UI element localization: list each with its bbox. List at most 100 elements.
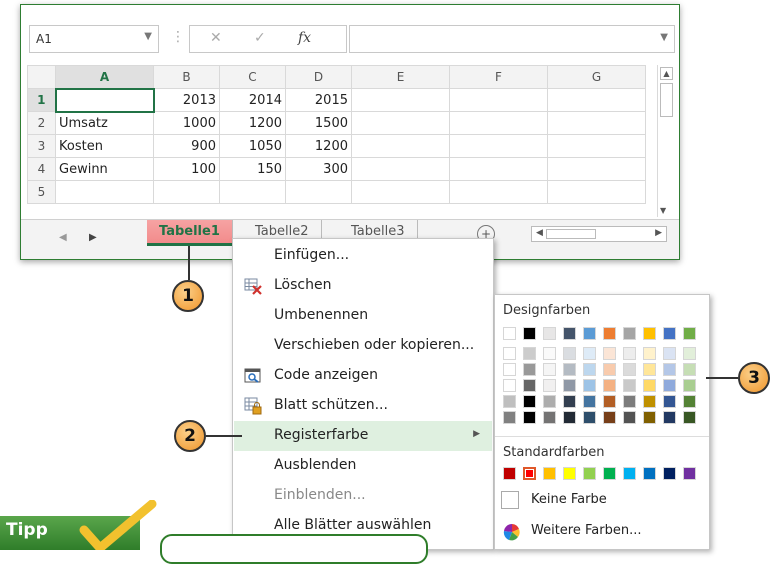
theme-color-shade-swatch[interactable] [663,347,676,360]
theme-color-shade-swatch[interactable] [563,379,576,392]
theme-color-shade-swatch[interactable] [623,379,636,392]
scroll-down-icon[interactable]: ▼ [660,206,666,215]
cell[interactable]: Gewinn [55,157,154,181]
theme-color-swatch[interactable] [683,327,696,340]
insert-function-icon[interactable]: fx [298,30,311,46]
scroll-up-icon[interactable]: ▲ [660,67,673,80]
cell[interactable] [153,180,220,204]
cell[interactable] [547,180,646,204]
row-header[interactable]: 3 [27,134,56,158]
theme-color-shade-swatch[interactable] [523,347,536,360]
theme-color-shade-swatch[interactable] [543,347,556,360]
theme-color-shade-swatch[interactable] [503,395,516,408]
cell[interactable] [351,111,450,135]
theme-color-shade-swatch[interactable] [603,411,616,424]
chevron-down-icon[interactable]: ▼ [660,32,668,43]
cell[interactable]: Kosten [55,134,154,158]
theme-color-shade-swatch[interactable] [663,395,676,408]
theme-color-swatch[interactable] [643,327,656,340]
standard-color-swatch[interactable] [683,467,696,480]
standard-color-swatch[interactable] [543,467,556,480]
standard-color-swatch[interactable] [643,467,656,480]
theme-color-swatch[interactable] [523,327,536,340]
cell[interactable]: 1050 [219,134,286,158]
cell[interactable] [449,111,548,135]
standard-color-swatch[interactable] [563,467,576,480]
theme-color-shade-swatch[interactable] [683,395,696,408]
theme-color-shade-swatch[interactable] [543,395,556,408]
more-colors-option[interactable]: Weitere Farben... [501,521,701,545]
theme-color-swatch[interactable] [583,327,596,340]
cell[interactable]: 1200 [285,134,352,158]
theme-color-shade-swatch[interactable] [563,411,576,424]
cell[interactable] [55,180,154,204]
column-header-d[interactable]: D [285,65,352,89]
theme-color-shade-swatch[interactable] [523,363,536,376]
scroll-tabs-right-icon[interactable]: ▶ [89,232,97,243]
theme-color-shade-swatch[interactable] [643,379,656,392]
theme-color-shade-swatch[interactable] [543,363,556,376]
cell[interactable] [285,180,352,204]
theme-color-shade-swatch[interactable] [683,347,696,360]
standard-color-swatch[interactable] [603,467,616,480]
theme-color-shade-swatch[interactable] [543,379,556,392]
cell[interactable] [547,88,646,112]
scroll-thumb[interactable] [660,83,673,117]
cell[interactable] [351,157,450,181]
scroll-right-icon[interactable]: ▶ [655,228,662,238]
cancel-icon[interactable]: ✕ [210,30,222,46]
cell[interactable]: 300 [285,157,352,181]
cell[interactable] [547,157,646,181]
theme-color-shade-swatch[interactable] [503,347,516,360]
standard-color-swatch[interactable] [623,467,636,480]
row-header[interactable]: 1 [27,88,57,112]
sheet-tab-tabelle1[interactable]: Tabelle1 [147,220,233,246]
theme-color-shade-swatch[interactable] [583,395,596,408]
theme-color-shade-swatch[interactable] [503,379,516,392]
theme-color-shade-swatch[interactable] [683,411,696,424]
menu-item-ausblenden[interactable]: Ausblenden [234,451,492,481]
cell[interactable]: 150 [219,157,286,181]
menu-item-code-anzeigen[interactable]: Code anzeigen [234,361,492,391]
theme-color-swatch[interactable] [563,327,576,340]
column-header-b[interactable]: B [153,65,220,89]
menu-item-loeschen[interactable]: Löschen [234,271,492,301]
theme-color-shade-swatch[interactable] [603,395,616,408]
scroll-left-icon[interactable]: ◀ [536,228,543,238]
cell[interactable]: 900 [153,134,220,158]
theme-color-swatch[interactable] [623,327,636,340]
row-header[interactable]: 5 [27,180,56,204]
cell[interactable] [351,180,450,204]
cell[interactable] [449,88,548,112]
cell[interactable] [449,180,548,204]
theme-color-shade-swatch[interactable] [543,411,556,424]
menu-item-verschieben[interactable]: Verschieben oder kopieren... [234,331,492,361]
select-all-corner[interactable] [27,65,56,89]
theme-color-shade-swatch[interactable] [663,379,676,392]
theme-color-shade-swatch[interactable] [683,379,696,392]
cell-a1[interactable] [54,87,155,113]
cell[interactable]: 100 [153,157,220,181]
no-color-option[interactable]: Keine Farbe [501,491,701,515]
theme-color-shade-swatch[interactable] [503,411,516,424]
theme-color-shade-swatch[interactable] [643,347,656,360]
row-header[interactable]: 2 [27,111,56,135]
column-header-f[interactable]: F [449,65,548,89]
theme-color-shade-swatch[interactable] [623,395,636,408]
cell[interactable]: 1200 [219,111,286,135]
column-header-e[interactable]: E [351,65,450,89]
theme-color-shade-swatch[interactable] [623,347,636,360]
theme-color-swatch[interactable] [503,327,516,340]
theme-color-shade-swatch[interactable] [643,395,656,408]
cell[interactable] [351,88,450,112]
theme-color-swatch[interactable] [603,327,616,340]
cell[interactable]: 1500 [285,111,352,135]
theme-color-swatch[interactable] [663,327,676,340]
cell[interactable] [547,134,646,158]
theme-color-shade-swatch[interactable] [563,363,576,376]
chevron-down-icon[interactable]: ▼ [144,31,152,42]
theme-color-shade-swatch[interactable] [683,363,696,376]
cell[interactable]: 2015 [285,88,352,112]
theme-color-shade-swatch[interactable] [623,363,636,376]
cell[interactable]: 1000 [153,111,220,135]
